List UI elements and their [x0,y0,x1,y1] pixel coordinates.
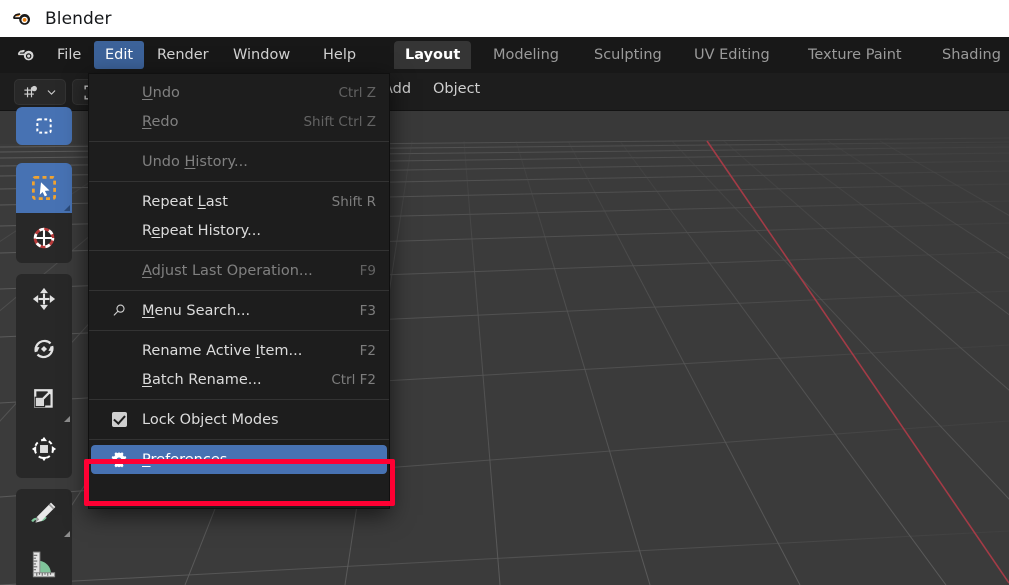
snap-magnet-icon [22,83,41,102]
annotate-pencil-icon [29,499,59,529]
annotate-tool[interactable] [16,489,72,539]
menu-item-repeat-history[interactable]: Repeat History... [91,216,387,245]
menu-separator [89,290,389,291]
scale-tool[interactable] [16,374,72,424]
window-title-text: Blender [45,9,112,29]
tool-submenu-indicator [64,531,70,537]
menu-label: Edit [105,47,133,63]
tab-label: UV Editing [694,47,770,63]
menu-item-shortcut: Shift R [332,194,376,210]
menu-item-shortcut: Ctrl F2 [331,372,376,388]
menu-item-label: Undo [142,85,180,101]
tool-submenu-indicator [64,416,70,422]
menu-item-shortcut: F3 [360,303,376,319]
menu-item-menu-search[interactable]: Menu Search... F3 [91,296,387,325]
menu-item-label: Adjust Last Operation... [142,263,313,279]
measure-tool[interactable] [16,539,72,585]
tool-shelf [0,111,88,585]
menu-item-shortcut: Ctrl Z [338,85,376,101]
cursor-tool[interactable] [16,213,72,263]
menu-item-preferences[interactable]: Preferences... [91,445,387,474]
checkbox-checked-icon [108,405,130,434]
select-box-cursor-icon [29,173,59,203]
menu-separator [89,250,389,251]
menu-item-repeat-last[interactable]: Repeat Last Shift R [91,187,387,216]
menu-item-lock-object-modes[interactable]: Lock Object Modes [91,405,387,434]
move-arrows-icon [30,285,58,313]
transform-icon [30,435,58,463]
menu-item-label: Undo History... [142,154,248,170]
menu-item-adjust-last-operation[interactable]: Adjust Last Operation... F9 [91,256,387,285]
menu-help[interactable]: Help [312,41,367,69]
select-box-tool[interactable] [16,163,72,213]
menu-label: File [57,47,81,63]
tweak-tool[interactable] [16,107,72,145]
tab-sculpting[interactable]: Sculpting [583,41,673,69]
menu-label: Help [323,47,356,63]
tab-label: Shading [942,47,1001,63]
menu-item-label: Batch Rename... [142,372,262,388]
tab-label: Texture Paint [808,47,902,63]
tab-label: Modeling [493,47,559,63]
menu-edit[interactable]: Edit [94,41,144,69]
snap-magnet-button[interactable] [14,79,66,105]
checkbox-checked-icon[interactable] [112,412,127,427]
viewport-menu-object[interactable]: Object [433,81,480,97]
menu-item-label: Menu Search... [142,303,250,319]
menu-window[interactable]: Window [222,41,301,69]
move-tool[interactable] [16,274,72,324]
menu-item-label: Repeat History... [142,223,261,239]
menu-item-label: Repeat Last [142,194,228,210]
menu-item-redo[interactable]: Redo Shift Ctrl Z [91,107,387,136]
menu-item-undo[interactable]: Undo Ctrl Z [91,78,387,107]
menu-item-shortcut: F2 [360,343,376,359]
menu-separator [89,439,389,440]
blender-window: Blender File Edit Render Window Help Layout M… [0,0,1009,585]
chevron-down-icon [45,86,58,99]
rotate-icon [30,335,58,363]
tab-uv-editing[interactable]: UV Editing [683,41,781,69]
scale-icon [30,385,58,413]
transform-tool[interactable] [16,424,72,474]
tab-label: Sculpting [594,47,662,63]
menu-item-batch-rename[interactable]: Batch Rename... Ctrl F2 [91,365,387,394]
tab-modeling[interactable]: Modeling [482,41,570,69]
blender-logo-icon [11,7,35,31]
edit-dropdown-menu[interactable]: Undo Ctrl Z Redo Shift Ctrl Z Undo History..… [88,73,390,509]
gear-icon [108,445,130,474]
menu-item-shortcut: Shift Ctrl Z [303,114,376,130]
menu-item-label: Rename Active Item... [142,343,302,359]
menu-label: Window [233,47,290,63]
menu-separator [89,181,389,182]
3d-cursor-icon [30,224,58,252]
menu-item-shortcut: F9 [360,263,376,279]
tool-submenu-indicator [64,205,70,211]
tab-shading[interactable]: Shading [931,41,1009,69]
tab-texture-paint[interactable]: Texture Paint [797,41,913,69]
menu-item-label: Preferences... [142,452,241,468]
window-title-bar: Blender [0,0,1009,37]
menu-separator [89,141,389,142]
select-box-dashed-icon [34,116,54,136]
measure-ruler-icon [29,549,59,579]
menu-separator [89,399,389,400]
tab-label: Layout [405,47,460,63]
search-icon [108,296,130,325]
rotate-tool[interactable] [16,324,72,374]
menu-item-rename-active-item[interactable]: Rename Active Item... F2 [91,336,387,365]
menu-render[interactable]: Render [146,41,220,69]
blender-topbar: File Edit Render Window Help Layout Modeling S… [0,37,1009,73]
menu-item-undo-history[interactable]: Undo History... [91,147,387,176]
menu-file[interactable]: File [46,41,92,69]
menu-label: Render [157,47,209,63]
blender-icon[interactable] [16,44,38,66]
menu-item-label: Redo [142,114,178,130]
menu-separator [89,330,389,331]
menu-item-label: Lock Object Modes [142,412,279,428]
tab-layout[interactable]: Layout [394,41,471,69]
